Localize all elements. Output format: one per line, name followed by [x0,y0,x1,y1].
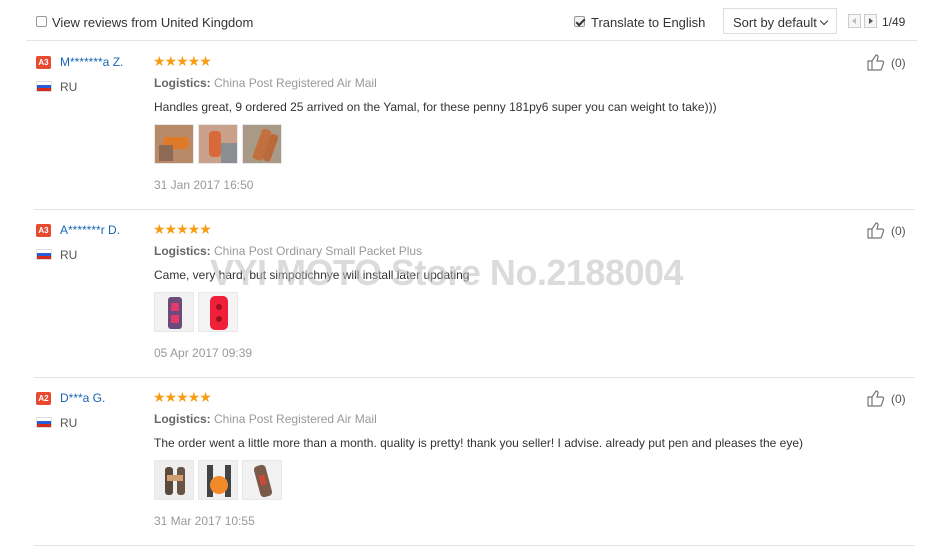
arrow-right-icon [869,18,873,24]
star-rating: ★★★★★ [153,221,212,237]
helpful-count: (0) [891,392,906,406]
review-photo-thumbnail[interactable] [154,460,194,500]
review-text: The order went a little more than a mont… [154,436,804,450]
russia-flag-icon [36,81,52,92]
reviewer-name[interactable]: M*******a Z. [60,55,123,69]
review-item: A2 D***a G. RU ★★★★★ Logistics: China Po… [0,378,939,546]
review-photo-thumbnail[interactable] [198,292,238,332]
photo-2 [199,125,237,163]
logistics-value: China Post Registered Air Mail [214,76,377,90]
buyer-level-badge: A3 [36,224,51,237]
thumbs-up-icon[interactable] [867,53,885,71]
prev-page-button[interactable] [848,14,861,28]
logistics-label: Logistics: [154,412,211,426]
helpful-count: (0) [891,224,906,238]
photo-2 [199,293,237,331]
review-text: Handles great, 9 ordered 25 arrived on t… [154,100,717,114]
photo-3 [243,461,281,499]
logistics-info: Logistics: China Post Registered Air Mai… [154,412,377,426]
review-photo-thumbnail[interactable] [198,124,238,164]
helpful-count: (0) [891,56,906,70]
logistics-info: Logistics: China Post Ordinary Small Pac… [154,244,422,258]
reviewer-name[interactable]: A*******r D. [60,223,120,237]
chevron-down-icon [819,16,829,26]
star-rating: ★★★★★ [153,389,212,405]
buyer-level-badge: A3 [36,56,51,69]
photo-1 [155,125,193,163]
thumbs-up-icon[interactable] [867,389,885,407]
review-photo-thumbnail[interactable] [154,292,194,332]
page-indicator: 1/49 [882,15,906,29]
translate-checkbox[interactable] [574,16,585,27]
divider [26,40,917,41]
review-photo-thumbnail[interactable] [154,124,194,164]
review-date: 31 Mar 2017 10:55 [154,514,255,528]
review-item: A3 A*******r D. RU ★★★★★ Logistics: Chin… [0,210,939,378]
photo-2 [199,461,237,499]
sort-dropdown-label: Sort by default [733,15,817,30]
russia-flag-icon [36,417,52,428]
review-photo-thumbnail[interactable] [242,124,282,164]
logistics-value: China Post Ordinary Small Packet Plus [214,244,423,258]
review-photo-thumbnail[interactable] [242,460,282,500]
sort-dropdown[interactable]: Sort by default [723,8,837,34]
thumbs-up-icon[interactable] [867,221,885,239]
review-photo-thumbnail[interactable] [198,460,238,500]
reviewer-name[interactable]: D***a G. [60,391,105,405]
review-date: 05 Apr 2017 09:39 [154,346,253,360]
star-rating: ★★★★★ [153,53,212,69]
review-date: 31 Jan 2017 16:50 [154,178,254,192]
next-page-button[interactable] [864,14,877,28]
logistics-info: Logistics: China Post Registered Air Mai… [154,76,377,90]
reviewer-country: RU [60,416,78,430]
review-filter-bar: View reviews from United Kingdom Transla… [0,0,939,42]
view-uk-label[interactable]: View reviews from United Kingdom [52,15,253,30]
review-item: A3 M*******a Z. RU ★★★★★ Logistics: Chin… [0,42,939,210]
russia-flag-icon [36,249,52,260]
logistics-label: Logistics: [154,244,211,258]
review-text: Came, very hard, but simpotichnye will i… [154,268,470,282]
photo-1 [155,293,193,331]
reviewer-country: RU [60,80,78,94]
logistics-label: Logistics: [154,76,211,90]
photo-3 [243,125,281,163]
photo-1 [155,461,193,499]
reviewer-country: RU [60,248,78,262]
arrow-left-icon [852,18,856,24]
logistics-value: China Post Registered Air Mail [214,412,377,426]
translate-label[interactable]: Translate to English [591,15,705,30]
view-uk-checkbox[interactable] [36,16,47,27]
buyer-level-badge: A2 [36,392,51,405]
